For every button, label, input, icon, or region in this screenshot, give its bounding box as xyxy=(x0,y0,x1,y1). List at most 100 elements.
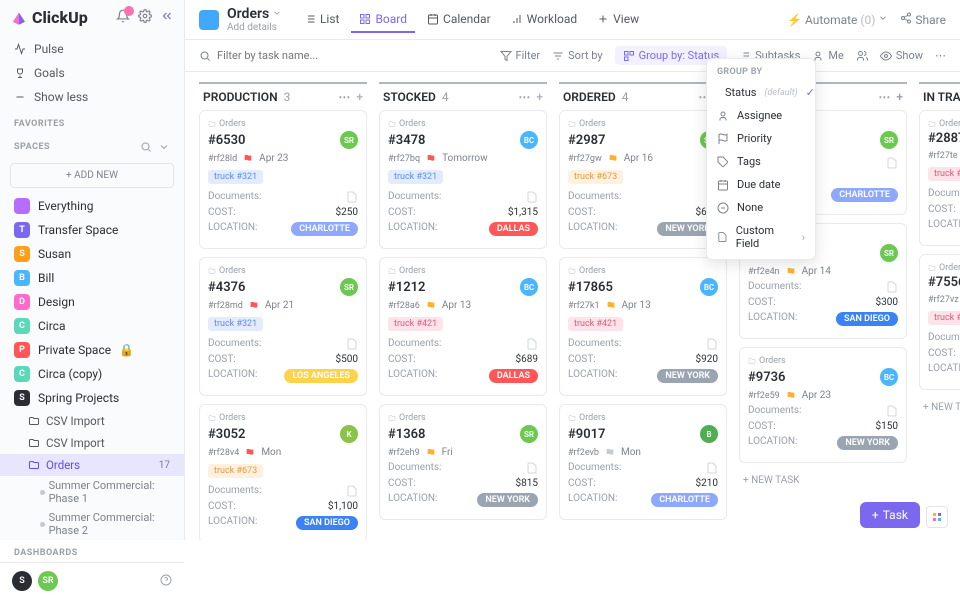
avatar[interactable]: B xyxy=(700,425,718,443)
location-badge[interactable]: SAN DIEGO xyxy=(836,312,898,326)
location-badge[interactable]: NEW YORK xyxy=(837,436,898,450)
add-icon[interactable]: + xyxy=(896,90,903,104)
doc-icon[interactable] xyxy=(886,405,898,417)
more-icon[interactable]: ⋯ xyxy=(878,90,890,104)
task-card[interactable]: Orders#17865BC#rf27k1Apr 13truck #421Doc… xyxy=(559,257,727,396)
task-card[interactable]: Orders#9736BC#rf2e59Apr 23Documents:COST… xyxy=(739,347,907,463)
doc-icon[interactable] xyxy=(346,191,358,203)
doc-icon[interactable] xyxy=(706,462,718,474)
tag[interactable]: truck #421 xyxy=(388,317,443,331)
avatar[interactable]: BC xyxy=(520,131,538,149)
avatar[interactable]: BC xyxy=(520,278,538,296)
tag[interactable]: truck #421 xyxy=(928,311,960,325)
subtitle[interactable]: Add details xyxy=(227,22,282,33)
dropdown-item[interactable]: Custom Field› xyxy=(707,219,815,255)
search-icon[interactable] xyxy=(140,141,152,153)
view-tab[interactable]: Board xyxy=(351,7,415,33)
location-badge[interactable]: SAN DIEGO xyxy=(296,516,358,530)
space-item[interactable]: Everything xyxy=(0,194,184,218)
avatar[interactable]: SR xyxy=(880,244,898,262)
task-card[interactable]: Orders#7556#rf27vzThutruck #421Documents… xyxy=(919,254,960,390)
automate-button[interactable]: ⚡ Automate (0) xyxy=(787,12,888,27)
avatar[interactable]: BC xyxy=(700,278,718,296)
dropdown-item[interactable]: Status(default)✓ xyxy=(707,81,815,104)
doc-icon[interactable] xyxy=(886,157,898,169)
view-tab[interactable]: List xyxy=(296,7,348,33)
location-badge[interactable]: CHARLOTTE xyxy=(651,493,718,507)
doc-icon[interactable] xyxy=(346,338,358,350)
new-task-button[interactable]: + NEW TASK xyxy=(919,398,960,417)
tree-subitem[interactable]: Summer Commercial: Phase 2 xyxy=(0,508,184,540)
location-badge[interactable]: CHARLOTTE xyxy=(831,188,898,202)
share-button[interactable]: Share xyxy=(900,12,946,27)
avatar[interactable]: SR xyxy=(880,131,898,149)
space-item[interactable]: BBill xyxy=(0,266,184,290)
me-button[interactable]: Me xyxy=(812,49,843,62)
tag[interactable]: truck #673 xyxy=(568,170,623,184)
location-badge[interactable]: NEW YORK xyxy=(657,369,718,383)
add-new-space[interactable]: + ADD NEW xyxy=(10,163,174,188)
task-card[interactable]: Orders#4376SR#rf28mdApr 21truck #321Docu… xyxy=(199,257,367,396)
notifications-icon[interactable] xyxy=(116,9,130,26)
avatar[interactable]: SR xyxy=(340,278,358,296)
doc-icon[interactable] xyxy=(346,485,358,497)
tag[interactable]: truck #321 xyxy=(208,170,263,184)
tag[interactable]: truck #421 xyxy=(568,317,623,331)
space-item[interactable]: CCirca xyxy=(0,314,184,338)
dropdown-item[interactable]: None xyxy=(707,196,815,219)
doc-icon[interactable] xyxy=(526,191,538,203)
add-icon[interactable]: + xyxy=(356,90,363,104)
location-badge[interactable]: DALLAS xyxy=(489,222,538,236)
sortby-button[interactable]: Sort by xyxy=(552,49,602,62)
task-card[interactable]: Orders#1368SR#rf2eh9FriDocuments:COST:$8… xyxy=(379,404,547,520)
dropdown-item[interactable]: Due date xyxy=(707,173,815,196)
settings-icon[interactable] xyxy=(138,9,152,26)
location-badge[interactable]: DALLAS xyxy=(489,369,538,383)
doc-icon[interactable] xyxy=(526,462,538,474)
help-icon[interactable] xyxy=(160,574,172,589)
view-tab[interactable]: View xyxy=(589,7,647,33)
space-item[interactable]: PPrivate Space🔒 xyxy=(0,338,184,362)
location-badge[interactable]: LOS ANGELES xyxy=(284,369,358,383)
dropdown-item[interactable]: Priority xyxy=(707,127,815,150)
apps-button[interactable] xyxy=(926,506,948,528)
space-item[interactable]: SSpring Projects xyxy=(0,386,184,410)
task-card[interactable]: Orders#1212BC#rf28a6Apr 13truck #421Docu… xyxy=(379,257,547,396)
tree-item[interactable]: Orders17 xyxy=(0,454,184,476)
task-card[interactable]: Orders#6530SR#rf28ldApr 23truck #321Docu… xyxy=(199,110,367,249)
avatar[interactable]: SR xyxy=(340,131,358,149)
tag[interactable]: truck #321 xyxy=(208,317,263,331)
space-item[interactable]: DDesign xyxy=(0,290,184,314)
space-item[interactable]: SSusan xyxy=(0,242,184,266)
avatar[interactable]: BC xyxy=(880,368,898,386)
more-icon[interactable]: ⋯ xyxy=(518,90,530,104)
view-tab[interactable]: Calendar xyxy=(419,7,499,33)
doc-icon[interactable] xyxy=(706,338,718,350)
sidebar-nav-showless[interactable]: Show less xyxy=(0,85,184,109)
page-title[interactable]: Orders xyxy=(227,6,269,22)
view-tab[interactable]: Workload xyxy=(503,7,586,33)
show-button[interactable]: Show xyxy=(880,49,923,62)
assignees-button[interactable] xyxy=(856,50,868,62)
sidebar-nav-goals[interactable]: Goals xyxy=(0,61,184,85)
task-card[interactable]: Orders#9017B#rf2evbMonDocuments:COST:$21… xyxy=(559,404,727,520)
dropdown-item[interactable]: Tags xyxy=(707,150,815,173)
avatar[interactable]: SR xyxy=(38,571,58,591)
tag[interactable]: truck #321 xyxy=(388,170,443,184)
doc-icon[interactable] xyxy=(526,338,538,350)
more-icon[interactable]: ⋯ xyxy=(338,90,350,104)
avatar[interactable]: SR xyxy=(520,425,538,443)
tree-item[interactable]: CSV Import xyxy=(0,432,184,454)
location-badge[interactable]: CHARLOTTE xyxy=(291,222,358,236)
tag[interactable]: truck #421 xyxy=(928,167,960,181)
logo[interactable]: ClickUp xyxy=(10,8,88,27)
tag[interactable]: truck #673 xyxy=(208,464,263,478)
chevron-down-icon[interactable] xyxy=(158,141,170,153)
filter-button[interactable]: Filter xyxy=(500,49,541,62)
tree-item[interactable]: CSV Import xyxy=(0,410,184,432)
space-item[interactable]: TTransfer Space xyxy=(0,218,184,242)
task-card[interactable]: Orders#2987SR#rf27gwApr 16truck #673Docu… xyxy=(559,110,727,249)
chevron-down-icon[interactable] xyxy=(272,8,282,18)
more-icon[interactable]: ⋯ xyxy=(935,49,946,62)
new-task-fab[interactable]: + Task xyxy=(860,502,920,528)
